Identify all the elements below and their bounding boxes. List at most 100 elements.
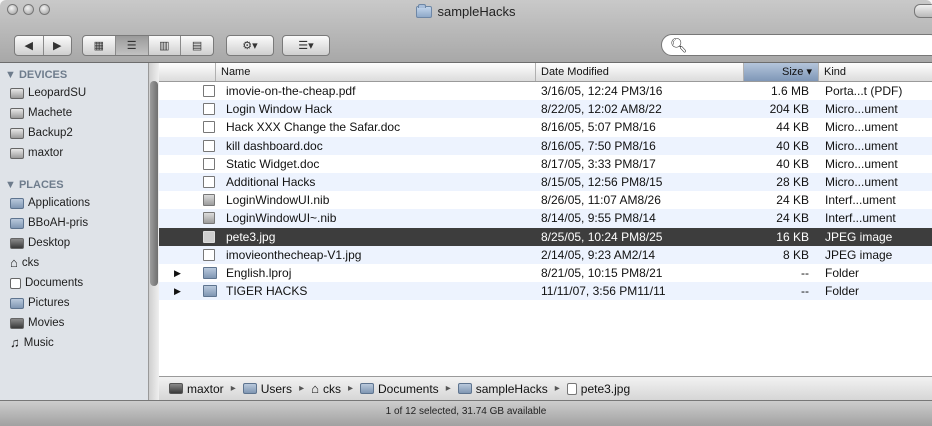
forward-button[interactable]: ▶	[44, 36, 72, 55]
file-name: Login Window Hack	[226, 102, 333, 117]
file-row[interactable]: ▶ TIGER HACKS 11/11/07, 3:56 PM11/11 -- Fold…	[159, 282, 932, 301]
file-row[interactable]: Additional Hacks 8/15/05, 12:56 PM8/15 28 …	[159, 172, 932, 192]
file-size: 28 KB	[776, 174, 809, 189]
toolbar: sampleHacks ◀ ▶ ▦ ☰ ▥ ▤ ⚙▾ ☰▾ 🔍︎	[0, 0, 932, 63]
drive-icon	[10, 87, 24, 99]
sidebar-item-movies[interactable]: Movies	[0, 313, 158, 333]
coverflow-view-button[interactable]: ▤	[181, 36, 213, 55]
doc-icon	[203, 103, 215, 116]
column-view-button[interactable]: ▥	[149, 36, 182, 55]
finder-window: sampleHacks ◀ ▶ ▦ ☰ ▥ ▤ ⚙▾ ☰▾ 🔍︎ ▼ DEVIC…	[0, 0, 932, 426]
folder-icon	[457, 383, 472, 394]
file-name: Hack XXX Change the Safar.doc	[226, 120, 401, 135]
file-row[interactable]: Static Widget.doc 8/17/05, 3:33 PM8/17 40 …	[159, 155, 932, 173]
sidebar-item-desktop[interactable]: Desktop	[0, 233, 158, 253]
file-kind: Interf...ument	[825, 193, 896, 208]
path-item-label: cks	[322, 381, 341, 396]
path-separator: ▸	[230, 383, 236, 394]
back-forward-control: ◀ ▶	[14, 35, 72, 56]
path-separator: ▸	[299, 383, 305, 394]
drive-icon	[10, 147, 24, 159]
file-kind: Folder	[825, 265, 860, 280]
path-bar: maxtor ▸ Users ▸ ⌂ cks ▸ Documents ▸ sampleHacks ▸…	[159, 376, 932, 400]
sidebar-item-bboah-pris[interactable]: BBoAH-pris	[0, 213, 158, 233]
column-header-name[interactable]: Name	[215, 63, 541, 81]
path-item[interactable]: sampleHacks	[457, 382, 548, 396]
sidebar-item-maxtor[interactable]: maxtor	[0, 143, 158, 163]
path-item-label: maxtor	[187, 381, 224, 396]
sidebar-item-documents[interactable]: Documents	[0, 273, 158, 293]
action-button[interactable]: ⚙▾	[226, 35, 274, 56]
file-size: 40 KB	[776, 138, 809, 153]
home-icon: ⌂	[311, 381, 319, 396]
file-size: 40 KB	[776, 156, 809, 171]
file-row[interactable]: Hack XXX Change the Safar.doc 8/16/05, 5:…	[159, 118, 932, 136]
disclosure-triangle-icon[interactable]: ▶	[174, 264, 186, 282]
sidebar-scroll-thumb[interactable]	[150, 81, 158, 286]
status-bar: 1 of 12 selected, 31.74 GB available	[0, 400, 932, 426]
sidebar-item-backup2[interactable]: Backup2	[0, 123, 158, 143]
file-date: 8/14/05, 9:55 PM8/14	[541, 211, 656, 226]
file-row[interactable]: LoginWindowUI~.nib 8/14/05, 9:55 PM8/14 24…	[159, 209, 932, 228]
sidebar-header-places[interactable]: ▼ PLACES	[0, 177, 158, 193]
sidebar-scrollbar[interactable]	[148, 63, 159, 400]
sidebar-item-machete[interactable]: Machete	[0, 103, 158, 123]
path-item[interactable]: Documents	[359, 382, 439, 396]
file-kind: Micro...ument	[825, 102, 898, 117]
search-input[interactable]: 🔍︎	[661, 34, 932, 56]
disclosure-triangle-icon[interactable]: ▶	[174, 282, 186, 300]
path-separator: ▸	[554, 383, 560, 394]
path-item[interactable]: Users	[242, 382, 292, 396]
file-size: 1.6 MB	[770, 84, 809, 98]
toolbar-toggle-button[interactable]	[914, 4, 932, 18]
movies-icon	[10, 317, 24, 329]
file-date: 3/16/05, 12:24 PM3/16	[541, 84, 663, 98]
file-name: LoginWindowUI~.nib	[226, 211, 337, 226]
folder-icon	[10, 217, 24, 229]
sidebar-item-pictures[interactable]: Pictures	[0, 293, 158, 313]
sidebar-item-applications[interactable]: Applications	[0, 193, 158, 213]
file-row[interactable]: Login Window Hack 8/22/05, 12:02 AM8/22 20…	[159, 100, 932, 119]
drive-icon	[10, 127, 24, 139]
file-row[interactable]: imovie-on-the-cheap.pdf 3/16/05, 12:24 PM…	[159, 82, 932, 100]
list-view-button[interactable]: ☰	[115, 36, 149, 55]
arrange-button[interactable]: ☰▾	[282, 35, 330, 56]
file-size: 16 KB	[776, 229, 809, 244]
image-icon	[203, 230, 215, 243]
search-icon: 🔍︎	[670, 37, 688, 53]
file-date: 2/14/05, 9:23 AM2/14	[541, 247, 656, 262]
file-name: Additional Hacks	[226, 174, 316, 189]
file-row[interactable]: LoginWindowUI.nib 8/26/05, 11:07 AM8/26 24…	[159, 191, 932, 209]
column-header-size[interactable]: Size ▾	[743, 63, 818, 81]
view-mode-control: ▦ ☰ ▥ ▤	[82, 35, 214, 56]
file-kind: Micro...ument	[825, 120, 898, 135]
file-kind: Folder	[825, 284, 860, 299]
column-header-date[interactable]: Date Modified	[535, 63, 743, 81]
path-item[interactable]: maxtor	[169, 382, 224, 396]
file-size: 8 KB	[782, 247, 809, 262]
column-header: Name Date Modified Size ▾ Kind	[159, 63, 932, 82]
file-size: 44 KB	[776, 120, 809, 135]
doc-icon	[203, 175, 215, 188]
sidebar-item-music[interactable]: ♫ Music	[0, 333, 158, 353]
sidebar-item-cks[interactable]: ⌂ cks	[0, 253, 158, 273]
file-size: --	[801, 284, 809, 299]
file-size: --	[801, 265, 809, 280]
sidebar-header-devices[interactable]: ▼ DEVICES	[0, 67, 158, 83]
column-header-kind[interactable]: Kind	[818, 63, 932, 81]
nib-icon	[203, 194, 215, 207]
sidebar-item-leopardsu[interactable]: LeopardSU	[0, 83, 158, 103]
home-icon: ⌂	[10, 255, 18, 270]
path-item[interactable]: ⌂ cks	[311, 381, 341, 396]
file-name: kill dashboard.doc	[226, 138, 323, 153]
icon-view-button[interactable]: ▦	[83, 36, 116, 55]
path-item[interactable]: pete3.jpg	[566, 381, 631, 396]
file-row[interactable]: ▶ English.lproj 8/21/05, 10:15 PM8/21 -- Fol…	[159, 264, 932, 282]
file-row[interactable]: imovieonthecheap-V1.jpg 2/14/05, 9:23 AM2…	[159, 245, 932, 264]
file-date: 11/11/07, 3:56 PM11/11	[541, 284, 666, 299]
file-date: 8/16/05, 7:50 PM8/16	[541, 138, 656, 153]
file-row[interactable]: pete3.jpg 8/25/05, 10:24 PM8/25 16 KB JPEG …	[159, 227, 932, 246]
file-row[interactable]: kill dashboard.doc 8/16/05, 7:50 PM8/16 40…	[159, 136, 932, 155]
back-button[interactable]: ◀	[15, 36, 44, 55]
path-item-label: pete3.jpg	[580, 381, 631, 396]
